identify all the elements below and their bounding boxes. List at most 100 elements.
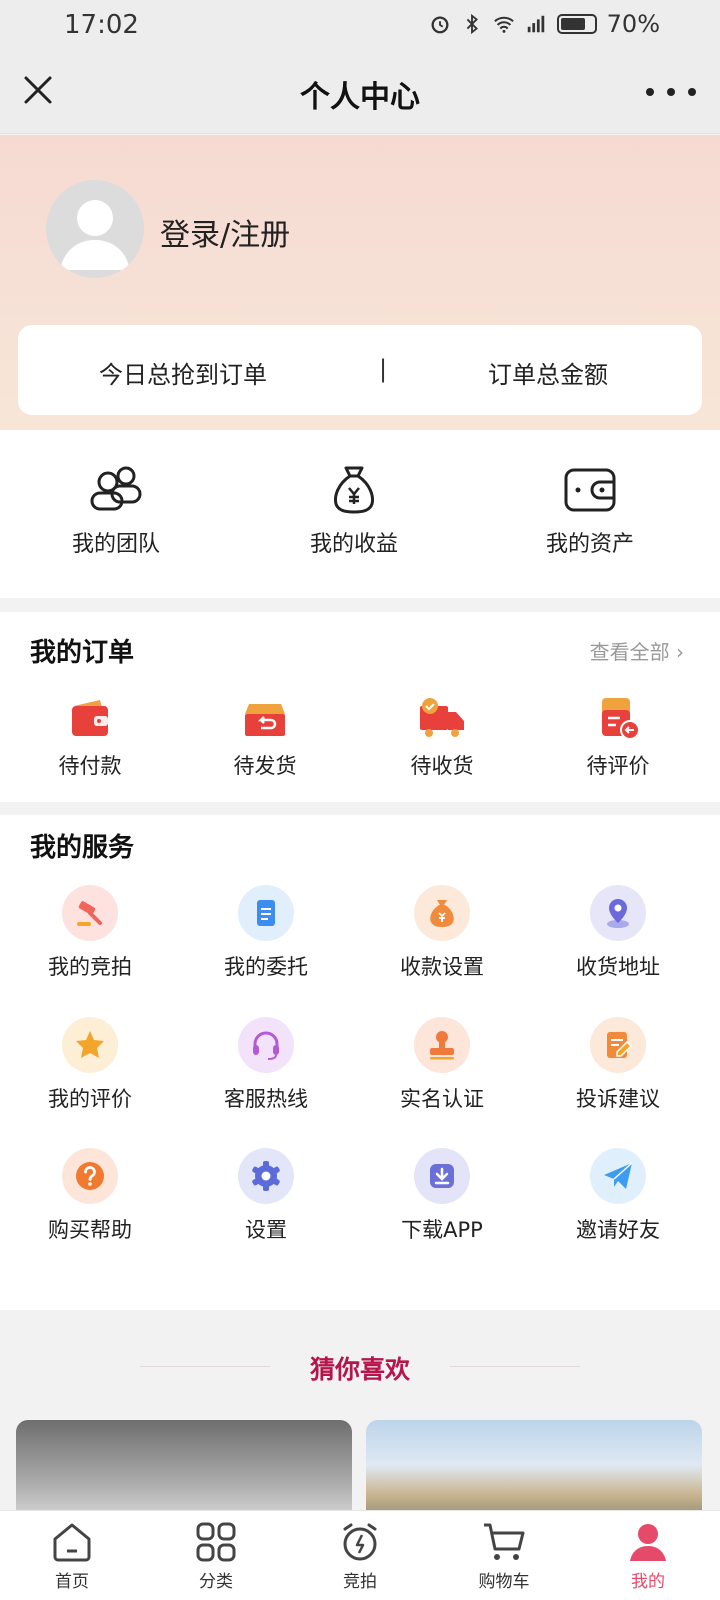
tab-label: 购物车 [478, 1572, 530, 1592]
document-icon [257, 900, 275, 926]
order-label: 待发货 [233, 754, 297, 778]
status-indicators: 70% [429, 10, 660, 38]
order-label: 待评价 [586, 754, 650, 778]
wifi-icon [493, 16, 514, 33]
product-card[interactable] [16, 1420, 352, 1520]
product-card[interactable] [366, 1420, 702, 1520]
tab-auction[interactable]: 竞拍 [310, 1519, 410, 1592]
team-icon [90, 466, 142, 511]
stats-divider: | [379, 355, 388, 383]
tab-label: 分类 [199, 1572, 233, 1592]
wallet-red-icon [72, 700, 108, 736]
quick-links: 我的团队 我的收益 我的资产 [0, 430, 720, 598]
alarm-icon [431, 16, 449, 34]
quick-link-earnings[interactable]: 我的收益 [254, 462, 454, 558]
nav-bar: 个人中心 [0, 50, 720, 134]
service-label: 我的竞拍 [48, 955, 132, 979]
service-label: 购买帮助 [48, 1218, 132, 1242]
status-bar: 17:02 70% [0, 0, 720, 50]
more-icon[interactable] [646, 74, 696, 110]
total-amount-label: 订单总金额 [488, 361, 608, 389]
service-label: 我的委托 [224, 955, 308, 979]
login-register-link[interactable]: 登录/注册 [160, 210, 290, 254]
service-my-auction[interactable]: 我的竞拍 [0, 885, 180, 981]
status-time: 17:02 [64, 10, 139, 40]
order-pending-review[interactable]: 待评价 [528, 694, 708, 780]
service-customer-hotline[interactable]: 客服热线 [176, 1017, 356, 1113]
money-bag-icon [334, 466, 374, 514]
question-icon [76, 1162, 104, 1190]
order-label: 待收货 [410, 754, 474, 778]
category-icon [196, 1522, 236, 1562]
service-real-name-auth[interactable]: 实名认证 [352, 1017, 532, 1113]
order-label: 待付款 [58, 754, 122, 778]
order-pending-receipt[interactable]: 待收货 [352, 694, 532, 780]
service-my-reviews[interactable]: 我的评价 [0, 1017, 180, 1113]
service-label: 我的评价 [48, 1087, 132, 1111]
auction-hammer-icon [77, 901, 102, 926]
tab-home[interactable]: 首页 [22, 1519, 122, 1592]
divider [450, 1366, 580, 1367]
view-all-label: 查看全部 [589, 640, 670, 664]
avatar[interactable] [46, 180, 144, 278]
home-icon [53, 1523, 91, 1562]
service-label: 收款设置 [400, 955, 484, 979]
edit-note-icon [607, 1032, 633, 1058]
money-bag-icon [430, 900, 454, 927]
service-label: 实名认证 [400, 1087, 484, 1111]
view-all-orders-link[interactable]: 查看全部 › [590, 636, 684, 665]
order-pending-payment[interactable]: 待付款 [0, 694, 180, 780]
review-doc-icon [602, 698, 640, 740]
tab-label: 我的 [631, 1572, 665, 1592]
user-icon [630, 1524, 666, 1561]
quick-link-assets[interactable]: 我的资产 [490, 462, 690, 558]
service-label: 下载APP [401, 1218, 483, 1242]
service-settings[interactable]: 设置 [176, 1148, 356, 1244]
service-label: 收货地址 [576, 955, 660, 979]
cart-icon [484, 1523, 525, 1560]
default-avatar-icon [60, 200, 130, 270]
battery-percent: 70% [606, 10, 660, 38]
today-orders-label: 今日总抢到订单 [99, 361, 267, 389]
star-icon [76, 1031, 104, 1058]
service-label: 设置 [245, 1218, 287, 1242]
location-pin-icon [607, 899, 629, 928]
gear-icon [252, 1161, 280, 1191]
battery-icon [556, 14, 597, 34]
recommend-title: 猜你喜欢 [309, 1355, 410, 1384]
service-my-commission[interactable]: 我的委托 [176, 885, 356, 981]
service-invite-friends[interactable]: 邀请好友 [528, 1148, 708, 1244]
box-icon [245, 704, 285, 736]
services-title: 我的服务 [30, 833, 135, 863]
tab-label: 首页 [55, 1572, 89, 1592]
signal-icon [527, 15, 544, 33]
service-label: 客服热线 [224, 1087, 308, 1111]
my-services-section: 我的服务 我的竞拍 我的委托 收款设置 收货地址 我的评价 客服热线 实名认证 … [0, 815, 720, 1310]
tab-cart[interactable]: 购物车 [454, 1519, 554, 1592]
stamp-icon [430, 1031, 454, 1060]
bottom-tab-bar: 首页 分类 竞拍 购物车 我的 [0, 1510, 720, 1600]
profile-header: 登录/注册 今日总抢到订单 | 订单总金额 [0, 135, 720, 430]
order-stats-card: 今日总抢到订单 | 订单总金额 [18, 325, 702, 415]
tab-label: 竞拍 [343, 1572, 377, 1592]
service-download-app[interactable]: 下载APP [352, 1148, 532, 1244]
paper-plane-icon [604, 1162, 633, 1189]
service-shipping-address[interactable]: 收货地址 [528, 885, 708, 981]
truck-icon [420, 698, 464, 737]
service-complaints[interactable]: 投诉建议 [528, 1017, 708, 1113]
wallet-icon [564, 468, 616, 512]
headset-icon [253, 1031, 279, 1060]
quick-link-label: 我的资产 [545, 532, 634, 557]
service-label: 投诉建议 [576, 1087, 660, 1111]
chevron-right-icon: › [676, 640, 684, 664]
tab-mine[interactable]: 我的 [598, 1519, 698, 1592]
orders-title: 我的订单 [30, 638, 135, 668]
quick-link-team[interactable]: 我的团队 [16, 462, 216, 558]
quick-link-label: 我的收益 [309, 532, 398, 557]
page-title: 个人中心 [300, 80, 420, 115]
order-pending-shipment[interactable]: 待发货 [175, 694, 355, 780]
service-purchase-help[interactable]: 购买帮助 [0, 1148, 180, 1244]
service-payment-settings[interactable]: 收款设置 [352, 885, 532, 981]
tab-category[interactable]: 分类 [166, 1519, 266, 1592]
download-icon [430, 1164, 454, 1188]
